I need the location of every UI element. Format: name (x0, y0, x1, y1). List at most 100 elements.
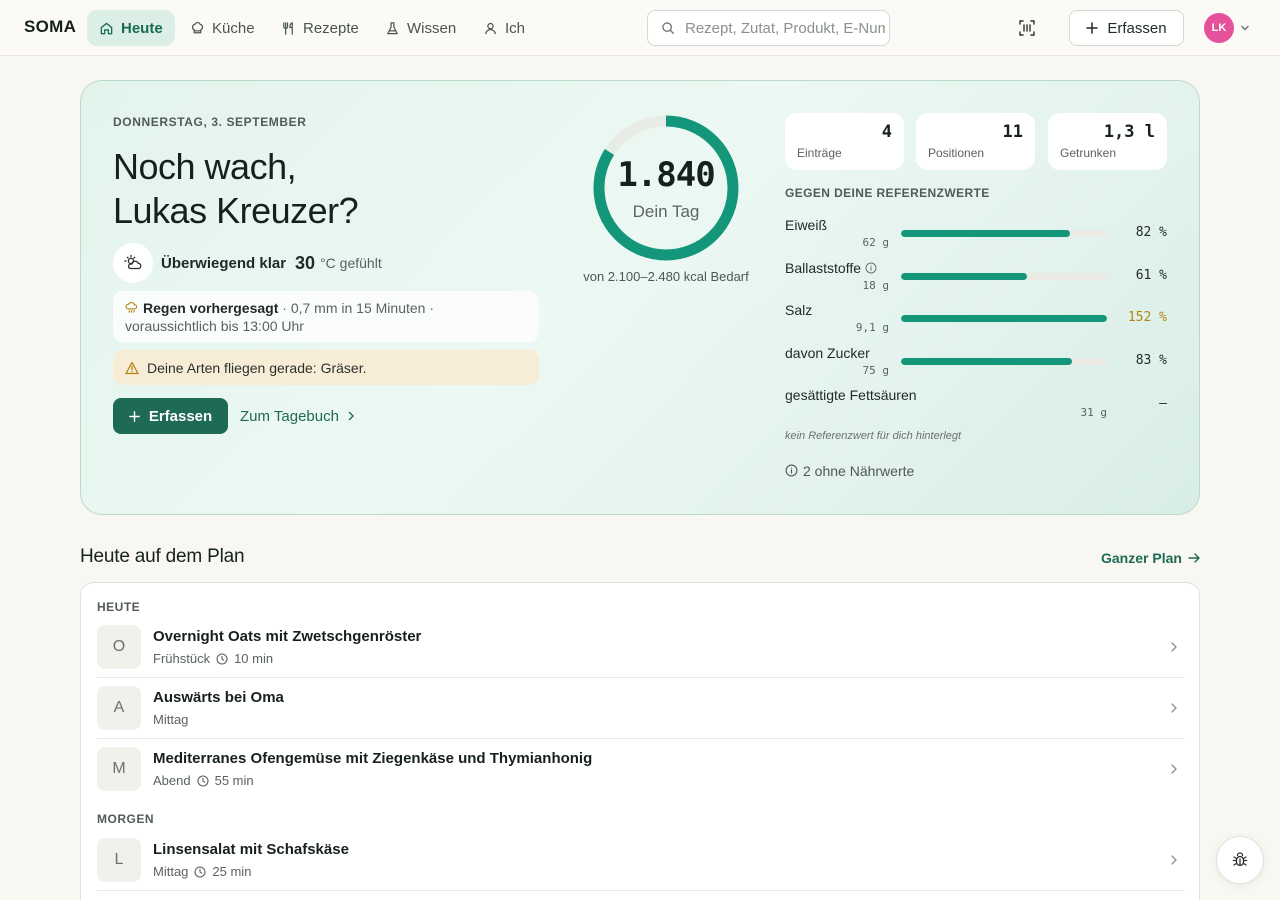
diary-link[interactable]: Zum Tagebuch (240, 398, 355, 434)
nutrient-bar-fill (901, 358, 1072, 365)
rain-cloud-icon (125, 301, 138, 313)
erfassen-label: Erfassen (148, 407, 213, 425)
brand-logo[interactable]: SOMA (24, 17, 76, 37)
nutrient-name: davon Zucker (785, 345, 870, 361)
plan-row[interactable]: L Linsensalat mit Schafskäse Mittag 25 m… (97, 830, 1185, 891)
plan-row[interactable]: A Auswärts bei Oma Mittag (97, 678, 1185, 739)
weather-icon (113, 243, 153, 283)
date-label: DONNERSTAG, 3. SEPTEMBER (113, 115, 307, 129)
nutrient-bar-fill (901, 315, 1107, 322)
barcode-scan-icon (1019, 20, 1035, 36)
search-input[interactable] (685, 19, 885, 37)
flask-icon (387, 21, 398, 34)
meal-title: Auswärts bei Oma (153, 689, 284, 706)
meal-meta: Abend 55 min (153, 773, 254, 788)
top-bar: SOMA Heute Küche Rezepte Wissen Ich Erfa… (0, 0, 1280, 56)
greeting-line-2: Lukas Kreuzer? (113, 190, 359, 231)
stat-value: 1,3 l (1103, 122, 1155, 142)
chevron-right-icon (1171, 764, 1177, 774)
nav-rezepte[interactable]: Rezepte (269, 10, 371, 46)
nav-label: Ich (505, 19, 526, 37)
weather-description: Überwiegend klar (161, 254, 287, 272)
nutrient-amount: 9,1 g (855, 321, 889, 334)
utensils-icon (283, 21, 293, 35)
search-box (647, 10, 890, 46)
stat-label: Einträge (797, 146, 842, 160)
nav-label: Küche (212, 19, 255, 37)
nutrient-name-text: Ballaststoffe (785, 260, 862, 276)
rain-forecast: Regen vorhergesagt · 0,7 mm in 15 Minute… (113, 291, 539, 342)
meal-title: Overnight Oats mit Zwetschgenröster (153, 628, 422, 645)
nutrient-percent: 82 % (1135, 225, 1167, 240)
search-icon (662, 22, 674, 34)
meal-initial: A (97, 686, 141, 730)
stat-value: 4 (881, 122, 892, 142)
full-plan-link[interactable]: Ganzer Plan (1101, 550, 1200, 566)
reference-heading: GEGEN DEINE REFERENZWERTE (785, 186, 990, 200)
meal-type: Abend (153, 773, 191, 788)
meal-title: Mediterranes Ofengemüse mit Ziegenkäse u… (153, 750, 593, 767)
stat-getrunken[interactable]: 1,3 l Getrunken (1048, 113, 1167, 170)
meal-meta: Mittag (153, 712, 188, 727)
nutrient-name: Eiweiß (785, 217, 828, 233)
info-icon (785, 464, 798, 477)
stat-eintraege[interactable]: 4 Einträge (785, 113, 904, 170)
chevron-right-icon (1171, 855, 1177, 865)
plan-row[interactable]: O Overnight Oats mit Zwetschgenröster Fr… (97, 617, 1185, 678)
meal-type: Mittag (153, 864, 189, 879)
plan-row[interactable]: M Mediterranes Ofengemüse mit Ziegenkäse… (97, 739, 1185, 800)
meal-type: Frühstück (153, 651, 211, 666)
nutrient-percent-warning: 152 % (1127, 310, 1167, 325)
nav-wissen[interactable]: Wissen (373, 10, 468, 46)
nav-ich[interactable]: Ich (471, 10, 537, 46)
full-plan-label: Ganzer Plan (1101, 550, 1182, 566)
nutrient-amount: 31 g (1080, 406, 1108, 419)
allergy-alert: Deine Arten fliegen gerade: Gräser. (113, 350, 539, 385)
rain-title: Regen vorhergesagt (143, 300, 279, 316)
plan-heading: Heute auf dem Plan (80, 546, 245, 567)
nutrient-bar (901, 315, 1107, 322)
meal-initial: M (97, 747, 141, 791)
info-icon[interactable] (865, 262, 877, 274)
calorie-label: Dein Tag (632, 202, 700, 221)
avatar[interactable]: LK (1204, 13, 1234, 43)
weather-temperature: 30 (295, 252, 316, 273)
clock-icon (216, 652, 228, 665)
no-nutrition-values-link[interactable]: 2 ohne Nährwerte (785, 463, 914, 479)
add-entry-label: Erfassen (1107, 19, 1167, 37)
today-summary-card: DONNERSTAG, 3. SEPTEMBER Noch wach, Luka… (80, 80, 1200, 515)
weather-unit: °C gefühlt (320, 255, 382, 271)
group-label-morgen: MORGEN (97, 812, 154, 826)
meal-meta: Mittag 25 min (153, 864, 251, 879)
allergy-text: Deine Arten fliegen gerade: Gräser. (147, 359, 367, 376)
stat-positionen[interactable]: 11 Positionen (916, 113, 1035, 170)
warning-icon (125, 361, 139, 374)
user-icon (485, 22, 496, 34)
nutrient-amount: 75 g (862, 364, 890, 377)
nutrient-amount: 18 g (862, 279, 890, 292)
nutrient-bar (901, 358, 1107, 365)
group-label-heute: HEUTE (97, 600, 141, 614)
stat-label: Positionen (928, 146, 985, 160)
arrow-right-icon (1188, 553, 1200, 563)
bug-icon (1232, 852, 1248, 867)
barcode-scan-button[interactable] (1016, 17, 1038, 39)
erfassen-button[interactable]: Erfassen (113, 398, 228, 434)
bug-report-button[interactable] (1216, 836, 1264, 884)
nav-label: Rezepte (303, 19, 359, 37)
greeting-heading: Noch wach, Lukas Kreuzer? (113, 145, 533, 233)
nutrient-name: gesättigte Fettsäuren (785, 387, 917, 403)
stat-label: Getrunken (1060, 146, 1117, 160)
meal-meta: Frühstück 10 min (153, 651, 273, 666)
meal-time: 55 min (214, 773, 254, 788)
plan-card: HEUTE O Overnight Oats mit Zwetschgenrös… (80, 582, 1200, 900)
calorie-value: 1.840 (617, 155, 715, 195)
add-entry-button[interactable]: Erfassen (1069, 10, 1184, 46)
calorie-requirement: von 2.100–2.480 kcal Bedarf (583, 269, 749, 284)
chevron-right-icon (1171, 703, 1177, 713)
meal-type: Mittag (153, 712, 189, 727)
nav-heute[interactable]: Heute (87, 10, 175, 46)
chevron-down-icon[interactable] (1240, 23, 1250, 33)
nutrient-percent: 61 % (1135, 268, 1167, 283)
nav-kueche[interactable]: Küche (178, 10, 267, 46)
